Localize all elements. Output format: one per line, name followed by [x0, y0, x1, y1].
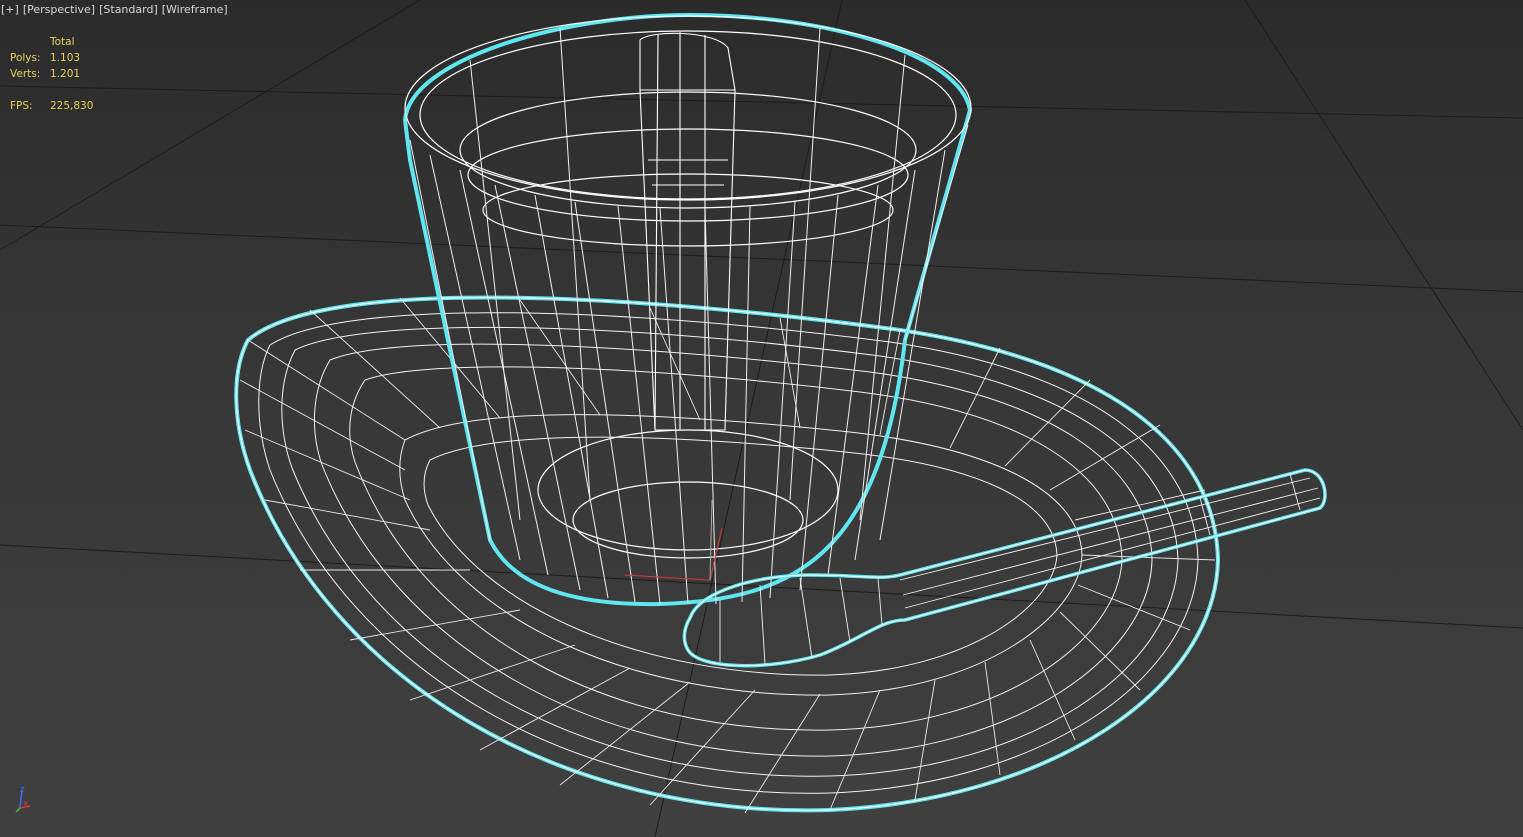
spoon-mesh[interactable]	[682, 468, 1327, 668]
polys-label: Polys:	[10, 52, 41, 64]
viewport-display-mode[interactable]: [Wireframe]	[162, 3, 228, 16]
stats-header: Total	[50, 36, 75, 48]
statistics-overlay: Total Polys: 1.103 Verts: 1.201 FPS: 225,83…	[10, 34, 93, 114]
viewport-shading-standard[interactable]: [Standard]	[99, 3, 158, 16]
3d-viewport[interactable]: z x [+] [Perspective] [Standard] [Wireframe…	[0, 0, 1523, 837]
verts-label: Verts:	[10, 68, 41, 80]
fps-value: 225,830	[50, 100, 94, 112]
axis-x-label: x	[23, 799, 29, 809]
pivot-axes	[624, 499, 723, 581]
axis-gizmo: z x	[15, 785, 31, 813]
viewport-point-of-view[interactable]: [Perspective]	[23, 3, 95, 16]
polys-value: 1.103	[50, 52, 81, 64]
ground-grid	[0, 0, 1523, 837]
fps-label: FPS:	[10, 100, 33, 112]
axis-z-label: z	[20, 785, 25, 795]
cup-mesh[interactable]	[402, 12, 973, 607]
wireframe-scene[interactable]: z x	[0, 0, 1523, 837]
viewport-menu-plus[interactable]: [+]	[1, 3, 19, 16]
viewport-label-bar: [+] [Perspective] [Standard] [Wireframe]	[1, 3, 232, 16]
verts-value: 1.201	[50, 68, 81, 80]
